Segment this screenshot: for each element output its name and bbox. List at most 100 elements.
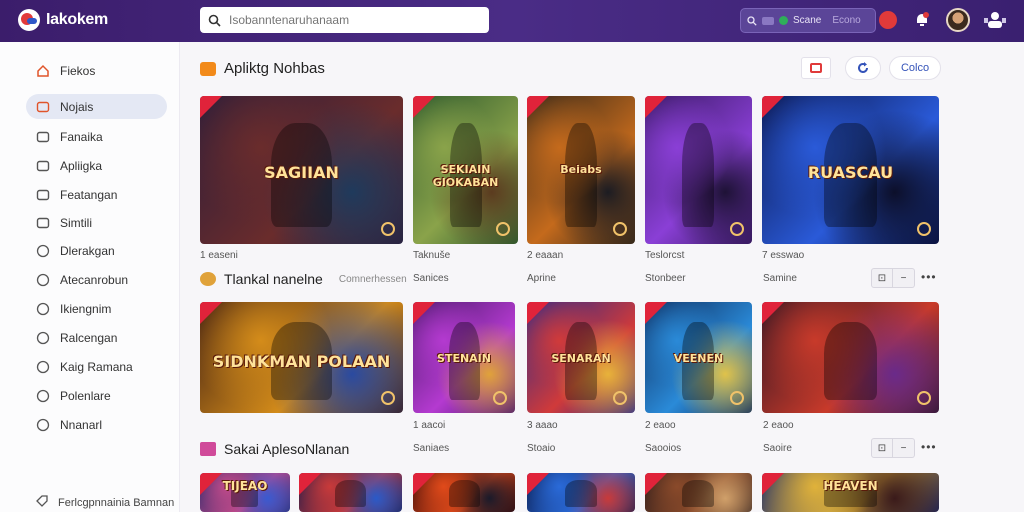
ribbon-badge (645, 96, 667, 118)
sidebar-item-8[interactable]: Atecanrobun (26, 267, 167, 292)
sidebar-item-label: Fanaika (60, 129, 103, 144)
cast-icon (810, 63, 822, 73)
ribbon-badge (413, 302, 435, 324)
top-bar: Iakokem Scane Econo (0, 0, 1024, 42)
sidebar-item-label: Nojais (60, 99, 94, 114)
sidebar-item-label: Dlerakgan (60, 243, 115, 258)
pill-label: Scane (793, 15, 822, 26)
sidebar-item-12[interactable]: Polenlare (26, 383, 167, 408)
coin-icon (496, 222, 510, 236)
pill-sublabel: Econo (832, 15, 861, 26)
sidebar-item-7[interactable]: Dlerakgan (26, 238, 167, 263)
ribbon-badge (413, 473, 435, 495)
character-figure (682, 480, 714, 507)
sidebar: Fiekos Nojais Fanaika Apliigka Featangan Simt… (0, 42, 180, 512)
card-meta: Taknuše (413, 250, 451, 261)
section-2-title: Tlankal nanelne (224, 271, 323, 287)
card-art-title: RUASCAU (807, 163, 894, 182)
coin-icon (730, 222, 744, 236)
card-art-title: Beiabs (560, 163, 602, 176)
record-icon[interactable] (879, 11, 897, 29)
card-meta: 1 aacoi (413, 420, 446, 431)
section-title: Sakai AplesoNlanan (200, 441, 349, 457)
game-card[interactable]: STENAIN (413, 302, 515, 413)
coin-icon (381, 391, 395, 405)
sidebar-item-6[interactable]: Simtili (26, 210, 167, 235)
card-icon (36, 130, 50, 144)
game-card[interactable]: VEENEN (645, 302, 752, 413)
refresh-button[interactable] (845, 56, 881, 80)
sidebar-item-label: Fiekos (60, 63, 96, 78)
grid-view-button[interactable]: ⊡ (871, 438, 893, 458)
coin-icon (493, 391, 507, 405)
game-card[interactable]: HEAVEN (762, 473, 939, 512)
coin-icon (730, 391, 744, 405)
sidebar-item-1[interactable]: Fiekos (26, 58, 167, 83)
sidebar-footer[interactable]: Ferlcgpnnainia Bamnan (36, 495, 174, 510)
sidebar-item-3[interactable]: Fanaika (26, 124, 167, 149)
sidebar-item-11[interactable]: Kaig Ramana (26, 354, 167, 379)
view-controls: ⊡ − (871, 438, 915, 458)
card-art-title: SEKIAIN GIOKABAN (432, 163, 499, 189)
logo-icon (18, 9, 40, 31)
character-figure (335, 480, 366, 507)
sidebar-item-label: Polenlare (60, 388, 111, 403)
ribbon-badge (299, 473, 321, 495)
card-meta: Aprine (527, 273, 556, 284)
circle-icon (36, 389, 50, 403)
globe-icon (36, 273, 50, 287)
game-card[interactable]: Beiabs (527, 96, 635, 244)
monitor-icon (36, 188, 50, 202)
heart-icon (36, 244, 50, 258)
game-card[interactable]: SAGIIAN (200, 96, 403, 244)
avatar[interactable] (946, 8, 970, 32)
character-figure (824, 322, 877, 400)
sidebar-item-label: Ralcengan (60, 330, 118, 345)
game-card[interactable] (645, 473, 752, 512)
sidebar-item-9[interactable]: Ikiengnim (26, 296, 167, 321)
game-card[interactable]: SENARAN (527, 302, 635, 413)
bell-icon[interactable] (913, 11, 931, 29)
ribbon-badge (645, 473, 667, 495)
game-card[interactable] (527, 473, 635, 512)
sidebar-item-2[interactable]: Nojais (26, 94, 167, 119)
card-art-title: TIJEAO (222, 479, 268, 493)
game-card[interactable] (762, 302, 939, 413)
status-pill[interactable]: Scane Econo (740, 8, 876, 33)
search-input[interactable] (229, 13, 469, 27)
game-card[interactable]: SIDNKMAN POLAAN (200, 302, 403, 413)
sidebar-item-13[interactable]: Nnanarl (26, 412, 167, 437)
grid-view-button[interactable]: ⊡ (871, 268, 893, 288)
game-card[interactable] (413, 473, 515, 512)
sidebar-item-label: Apliigka (60, 158, 103, 173)
cast-button[interactable] (801, 57, 831, 79)
collapse-button[interactable]: − (893, 438, 915, 458)
sidebar-item-10[interactable]: Ralcengan (26, 325, 167, 350)
game-card[interactable]: RUASCAU (762, 96, 939, 244)
ribbon-badge (645, 302, 667, 324)
collapse-button[interactable]: − (893, 268, 915, 288)
home-icon (36, 64, 50, 78)
more-icon[interactable]: ••• (921, 440, 937, 454)
ribbon-badge (413, 96, 435, 118)
tag-icon (36, 495, 48, 510)
coin-icon (613, 391, 627, 405)
book-icon (36, 331, 50, 345)
game-card[interactable]: TIJEAO (200, 473, 290, 512)
view-controls: ⊡ − (871, 268, 915, 288)
sidebar-item-5[interactable]: Featangan (26, 182, 167, 207)
card-art-title: STENAIN (437, 352, 491, 365)
colco-button[interactable]: Colco (889, 56, 941, 80)
game-card[interactable] (299, 473, 402, 512)
user-icon[interactable] (984, 9, 1006, 31)
card-meta: 1 easeni (200, 250, 238, 261)
refresh-icon (858, 62, 868, 73)
game-card[interactable] (645, 96, 752, 244)
more-icon[interactable]: ••• (921, 270, 937, 284)
sidebar-item-4[interactable]: Apliigka (26, 153, 167, 178)
card-art-title: VEENEN (673, 352, 724, 365)
card-meta: 3 aaao (527, 420, 558, 431)
image-icon (36, 100, 50, 114)
app-logo[interactable]: Iakokem (18, 9, 108, 31)
game-card[interactable]: SEKIAIN GIOKABAN (413, 96, 518, 244)
